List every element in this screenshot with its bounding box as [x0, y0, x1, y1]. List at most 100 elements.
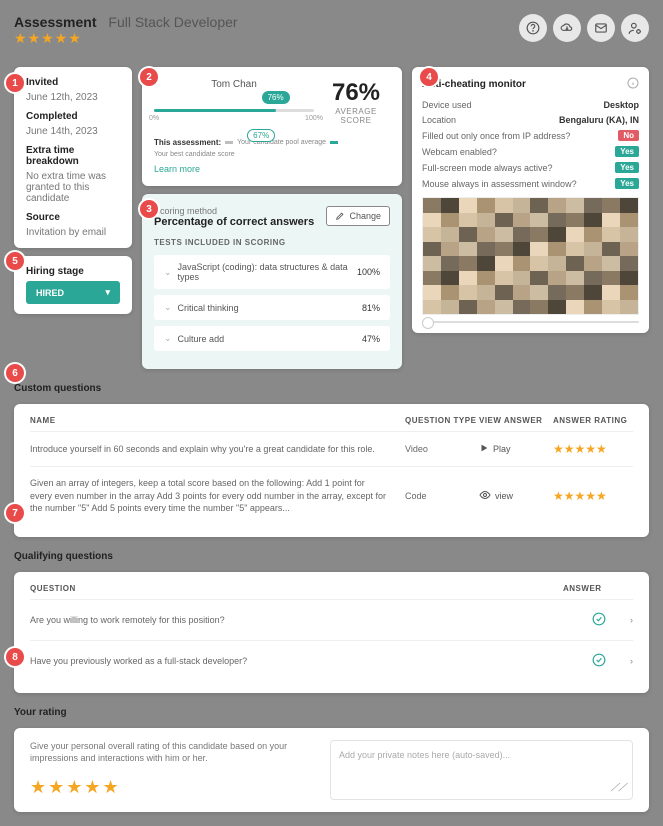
scoring-method-value: Percentage of correct answers — [154, 216, 314, 228]
legend-title: This assessment: — [154, 138, 221, 147]
invited-value: June 12th, 2023 — [26, 92, 120, 103]
callout-3: 3 — [140, 200, 158, 218]
header-stars: ★★★★★ — [14, 30, 238, 47]
legend-swatch-2 — [330, 141, 338, 144]
callout-1: 1 — [6, 74, 24, 92]
ac-badge: Yes — [615, 178, 639, 189]
qualifying-questions-panel: QUESTION ANSWER Are you willing to work … — [14, 572, 649, 693]
score-bubble: 76% — [262, 91, 290, 104]
ac-badge: Yes — [615, 162, 639, 173]
anti-cheat-title: Anti-cheating monitor — [422, 79, 526, 90]
callout-2: 2 — [140, 68, 158, 86]
learn-more-link[interactable]: Learn more — [154, 164, 390, 174]
change-label: Change — [349, 211, 381, 221]
col-view: VIEW ANSWER — [479, 416, 553, 425]
info-icon[interactable] — [627, 77, 639, 92]
answer-rating-stars[interactable]: ★★★★★ — [553, 442, 633, 456]
view-answer-button[interactable]: view — [479, 489, 553, 503]
custom-question-row: Introduce yourself in 60 seconds and exp… — [30, 431, 633, 466]
tick-0: 0% — [149, 115, 159, 122]
change-button[interactable]: Change — [326, 206, 390, 226]
pool-bubble: 67% — [247, 129, 275, 142]
anti-cheat-row: Filled out only once from IP address? No — [422, 130, 639, 141]
average-score-label: AVERAGE SCORE — [322, 107, 390, 125]
qq-text: Are you willing to work remotely for thi… — [30, 615, 225, 625]
snapshot-slider[interactable] — [422, 321, 639, 323]
view-answer-button[interactable]: Play — [479, 443, 553, 455]
test-pct: 100% — [357, 267, 380, 277]
completed-label: Completed — [26, 111, 120, 122]
col-name: NAME — [30, 416, 405, 425]
invited-label: Invited — [26, 77, 120, 88]
test-row[interactable]: ⌄Critical thinking81% — [154, 295, 390, 320]
hiring-stage-card: Hiring stage HIRED ▾ — [14, 256, 132, 314]
eye-icon — [479, 489, 491, 503]
chevron-right-icon[interactable]: › — [630, 656, 633, 666]
test-name: JavaScript (coding): data structures & d… — [178, 262, 357, 282]
page-title: Assessment Full Stack Developer — [14, 14, 238, 30]
your-rating-heading: Your rating — [14, 707, 649, 718]
webcam-snapshot — [422, 197, 639, 315]
scoring-method-label: Scoring method — [154, 206, 314, 216]
qq-text: Have you previously worked as a full-sta… — [30, 656, 247, 666]
qualifying-question-row: Have you previously worked as a full-sta… — [30, 640, 633, 681]
pencil-icon — [335, 211, 345, 221]
rating-stars[interactable]: ★★★★★ — [30, 777, 310, 798]
col-question: QUESTION — [30, 584, 76, 593]
ac-value: Bengaluru (KA), IN — [559, 115, 639, 125]
qualifying-question-row: Are you willing to work remotely for thi… — [30, 599, 633, 640]
hiring-stage-value: HIRED — [36, 288, 64, 298]
score-fill — [154, 109, 276, 112]
mail-icon[interactable] — [587, 14, 615, 42]
legend-2: Your best candidate score — [154, 151, 235, 158]
notes-textarea[interactable]: Add your private notes here (auto-saved)… — [330, 740, 633, 800]
ac-label: Full-screen mode always active? — [422, 163, 553, 173]
test-name: Critical thinking — [178, 303, 239, 313]
hiring-stage-label: Hiring stage — [26, 266, 120, 277]
answer-rating-stars[interactable]: ★★★★★ — [553, 489, 633, 503]
resize-icon[interactable]: ⟋⟋ — [611, 782, 626, 795]
tests-heading: TESTS INCLUDED IN SCORING — [154, 238, 390, 247]
score-card: Tom Chan 76% 67% 0% 100% 76% — [142, 67, 402, 186]
cq-type: Code — [405, 491, 479, 501]
callout-8: 8 — [6, 648, 24, 666]
ac-label: Webcam enabled? — [422, 147, 497, 157]
check-icon — [592, 612, 606, 628]
anti-cheat-row: Mouse always in assessment window?Yes — [422, 178, 639, 189]
col-answer: ANSWER — [563, 584, 633, 593]
user-settings-icon[interactable] — [621, 14, 649, 42]
legend-swatch-1 — [225, 141, 233, 144]
score-track: 76% 67% 0% 100% — [154, 109, 314, 112]
help-icon[interactable] — [519, 14, 547, 42]
col-rating: ANSWER RATING — [553, 416, 633, 425]
ac-badge: No — [618, 130, 639, 141]
callout-7: 7 — [6, 504, 24, 522]
ac-label: Filled out only once from IP address? — [422, 131, 570, 141]
cloud-download-icon[interactable] — [553, 14, 581, 42]
callout-6: 6 — [6, 364, 24, 382]
role-name: Full Stack Developer — [108, 14, 237, 30]
your-rating-panel: Give your personal overall rating of thi… — [14, 728, 649, 812]
hiring-stage-select[interactable]: HIRED ▾ — [26, 281, 120, 304]
col-type: QUESTION TYPE — [405, 416, 479, 425]
chevron-down-icon: ▾ — [105, 287, 110, 298]
chevron-down-icon: ⌄ — [164, 267, 172, 278]
anti-cheat-card: Anti-cheating monitor Device usedDesktop… — [412, 67, 649, 333]
view-label: view — [495, 491, 513, 501]
check-icon — [592, 653, 606, 669]
cq-type: Video — [405, 444, 479, 454]
tick-100: 100% — [305, 115, 323, 122]
extra-time-label: Extra time breakdown — [26, 145, 120, 167]
candidate-name: Tom Chan — [154, 79, 314, 90]
test-row[interactable]: ⌄Culture add47% — [154, 326, 390, 351]
chevron-right-icon[interactable]: › — [630, 615, 633, 625]
test-row[interactable]: ⌄ JavaScript (coding): data structures & … — [154, 255, 390, 289]
chevron-down-icon: ⌄ — [164, 302, 172, 313]
rating-description: Give your personal overall rating of thi… — [30, 740, 310, 765]
anti-cheat-row: Full-screen mode always active? Yes — [422, 162, 639, 173]
chevron-down-icon: ⌄ — [164, 333, 172, 344]
test-pct: 47% — [362, 334, 380, 344]
cq-text: Introduce yourself in 60 seconds and exp… — [30, 443, 405, 456]
play-icon — [479, 443, 489, 455]
qualifying-questions-heading: Qualifying questions — [14, 551, 649, 562]
